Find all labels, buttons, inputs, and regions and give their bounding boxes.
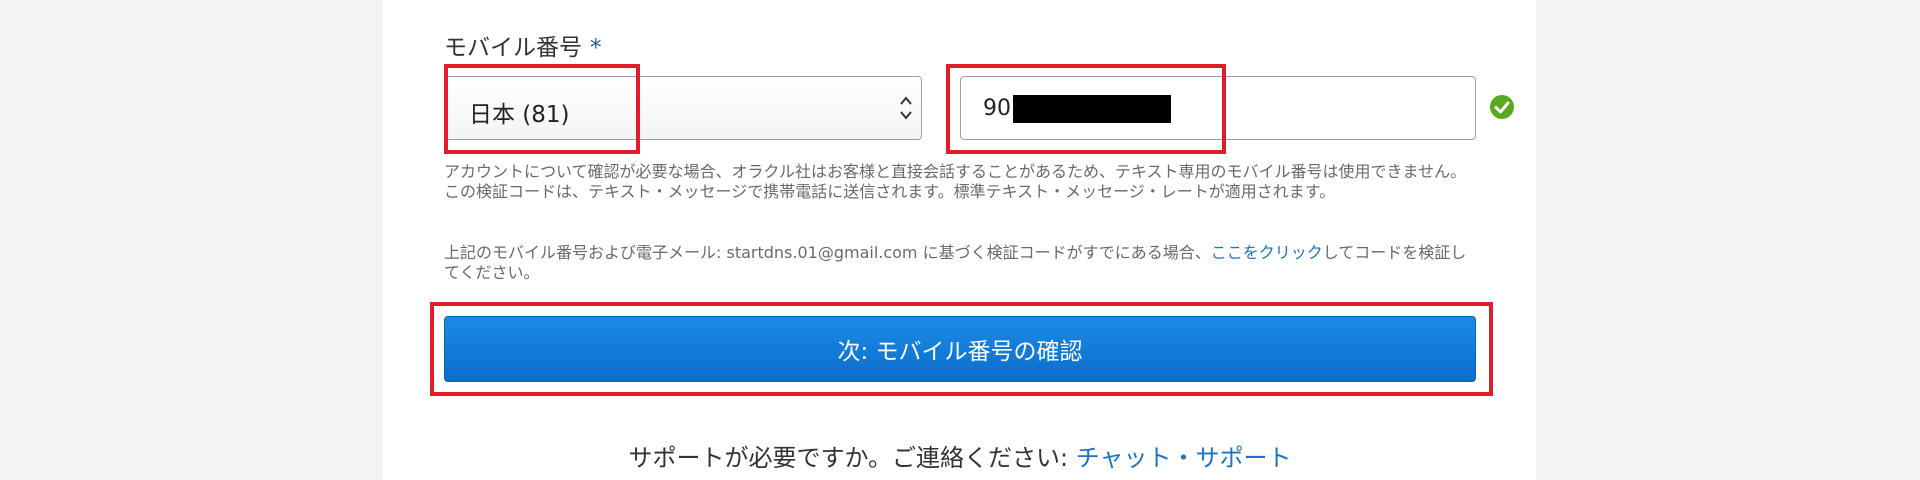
- click-here-link[interactable]: ここをクリック: [1211, 243, 1323, 262]
- highlight-box-country: [444, 64, 640, 154]
- mobile-number-label-text: モバイル番号: [444, 35, 582, 61]
- chat-support-link[interactable]: チャット・サポート: [1076, 444, 1292, 472]
- required-mark: *: [590, 35, 602, 61]
- existing-code-text: 上記のモバイル番号および電子メール: startdns.01@gmail.com…: [444, 243, 1480, 283]
- check-circle-icon: [1490, 95, 1514, 119]
- help-text: アカウントについて確認が必要な場合、オラクル社はお客様と直接会話することがあるた…: [444, 162, 1467, 201]
- support-text: サポートが必要ですか。ご連絡ください:: [628, 444, 1076, 472]
- existing-code-text-before: 上記のモバイル番号および電子メール: startdns.01@gmail.com…: [444, 243, 1211, 262]
- support-line: サポートが必要ですか。ご連絡ください: チャット・サポート: [0, 438, 1920, 473]
- highlight-box-phone: [946, 64, 1226, 154]
- highlight-box-button: [430, 302, 1493, 396]
- updown-chevron-icon: [900, 96, 912, 120]
- mobile-number-label: モバイル番号 *: [444, 28, 602, 62]
